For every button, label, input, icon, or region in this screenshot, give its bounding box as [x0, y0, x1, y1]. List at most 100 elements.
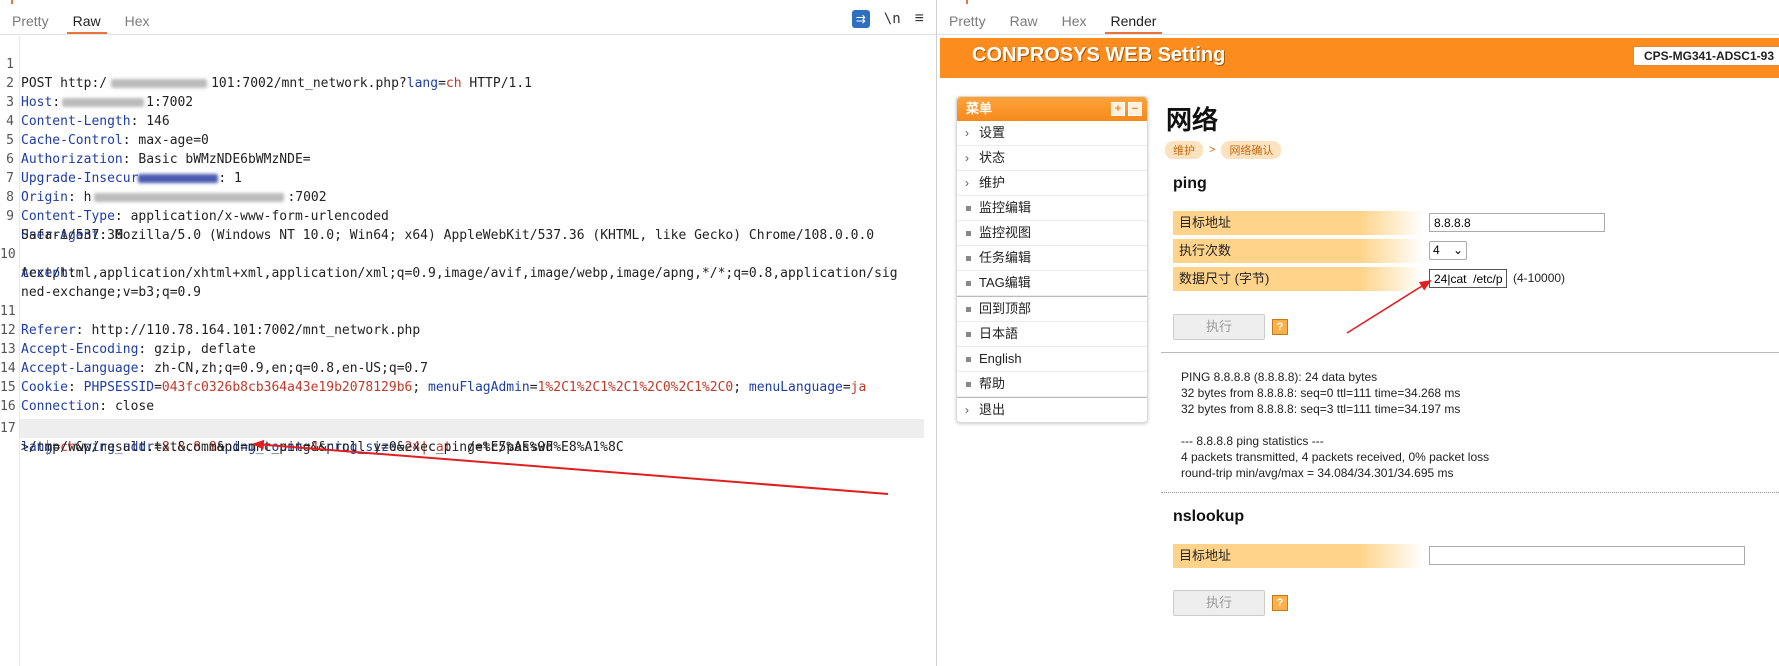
cookie-key: menuLanguage [748, 380, 843, 395]
menu-label: English [979, 351, 1022, 366]
options-menu-icon[interactable]: ≡ [915, 10, 924, 28]
menu-item-tag-edit[interactable]: TAG编辑 [957, 271, 1147, 296]
cookie-key: PHPSESSID [83, 380, 155, 395]
tab-divider [0, 34, 936, 35]
header-connection: 15 Connection: close [0, 380, 155, 414]
bullet-icon [966, 382, 971, 387]
header-accept-encoding: 12 Accept-Encoding: gzip, deflate [0, 323, 256, 357]
header-value: 146 [146, 114, 170, 129]
header-value: Mozilla/5.0 (Windows NT 10.0; Win64; x64… [114, 228, 875, 243]
tab-render[interactable]: Render [1099, 8, 1169, 34]
menu-label: 日本語 [979, 326, 1019, 341]
request-tabs: Pretty Raw Hex [0, 8, 162, 34]
help-icon[interactable]: ? [1272, 319, 1288, 335]
header-cache-control: 4 Cache-Control: max-age=0 [0, 93, 209, 148]
menu-label: 维护 [979, 175, 1006, 190]
bullet-icon [966, 206, 971, 211]
tab-pretty[interactable]: Pretty [0, 8, 61, 34]
app-title: CONPROSYS WEB Setting [972, 44, 1226, 66]
nslookup-heading: nslookup [1173, 508, 1245, 525]
app-banner: CONPROSYS WEB Setting CPS-MG341-ADSC1-93 [940, 38, 1779, 78]
body-continued: >/tmp/www/result.txt&command=mnt_ping&sc… [21, 440, 624, 455]
header-content-length: 3 Content-Length: 146 [0, 74, 170, 129]
menu-item-logout[interactable]: › 退出 [957, 397, 1147, 422]
header-content-type: 8 Content-Type: application/x-www-form-u… [0, 169, 389, 224]
menu-header: 菜单 + − [957, 97, 1147, 121]
header-user-agent-cont: Safari/537.36 [0, 207, 123, 243]
ping-size-input[interactable] [1429, 269, 1507, 288]
header-value: h [83, 190, 92, 205]
select-value: 4 [1433, 243, 1440, 257]
header-cookie: 14 Cookie: PHPSESSID=043fc0326b8cb364a43… [0, 361, 867, 395]
response-pane: Pretty Raw Hex Render CONPROSYS WEB Sett… [937, 0, 1779, 666]
menu-item-english[interactable]: English [957, 347, 1147, 372]
http-version: HTTP/1.1 [461, 76, 533, 91]
menu-item-monitor-edit[interactable]: 监控编辑 [957, 196, 1147, 221]
menu-label: 任务编辑 [979, 250, 1032, 265]
header-value: application/x-www-form-urlencoded [130, 209, 389, 224]
field-label: 数据尺寸 (字节) [1173, 267, 1423, 291]
tab-raw[interactable]: Raw [998, 8, 1050, 34]
divider [1161, 352, 1779, 353]
ping-count-select[interactable]: 4 ⌄ [1429, 241, 1467, 260]
expand-all-icon[interactable]: + [1111, 102, 1125, 116]
nslookup-target-row: 目标地址 [1173, 544, 1763, 568]
current-line-highlight [20, 419, 924, 438]
bullet-icon [966, 281, 971, 286]
help-icon[interactable]: ? [1272, 595, 1288, 611]
chevron-down-icon: ⌄ [1452, 243, 1463, 257]
side-menu: 菜单 + − › 设置 › 状态 › 维护 监控编辑 监控视图 任务编辑 TAG编辑 … [956, 96, 1148, 423]
cookie-value: 1%2C1%2C1%2C1%2C0%2C1%2C0 [537, 380, 734, 395]
bullet-icon [966, 307, 971, 312]
tab-hex[interactable]: Hex [1050, 8, 1099, 34]
show-newlines-icon[interactable]: \n [884, 11, 901, 27]
cookie-key: menuFlagAdmin [428, 380, 530, 395]
menu-label: 监控视图 [979, 225, 1032, 240]
menu-item-task-edit[interactable]: 任务编辑 [957, 246, 1147, 271]
header-value: http://110.78.164.101:7002/mnt_network.p… [91, 323, 421, 338]
header-accept-value: text/html,application/xhtml+xml,applicat… [0, 245, 898, 281]
ping-target-input[interactable] [1429, 213, 1605, 232]
menu-label: 状态 [979, 150, 1006, 165]
menu-item-settings[interactable]: › 设置 [957, 121, 1147, 146]
breadcrumb-separator: > [1209, 144, 1216, 156]
header-referer: 11 Referer: http://110.78.164.101:7002/m… [0, 304, 421, 338]
nslookup-exec-button[interactable]: 执行 [1173, 590, 1265, 616]
breadcrumb-item[interactable]: 维护 [1165, 141, 1203, 159]
header-upgrade-insecure: 6 Upgrade-Insecur: 1 [0, 131, 242, 186]
tab-divider [937, 34, 1779, 35]
query-param-key: lang [406, 76, 439, 91]
ping-heading: ping [1173, 175, 1207, 192]
menu-item-help[interactable]: 帮助 [957, 372, 1147, 397]
menu-item-status[interactable]: › 状态 [957, 146, 1147, 171]
menu-item-back-to-top[interactable]: 回到顶部 [957, 296, 1147, 322]
request-body-cont: >/tmp/www/result.txt&command=mnt_ping&sc… [0, 419, 624, 455]
request-line: 1 POST http:/101:7002/mnt_network.php?la… [0, 36, 532, 91]
ping-exec-button[interactable]: 执行 [1173, 314, 1265, 340]
menu-item-japanese[interactable]: 日本語 [957, 322, 1147, 347]
divider-dotted [1161, 492, 1779, 493]
cookie-value: 043fc0326b8cb364a43e19b2078129b6 [161, 380, 413, 395]
ping-count-row: 执行次数 4 ⌄ [1173, 239, 1763, 263]
request-body: 17 lang=ch&ping_addr=8.8.8.8&ping_count=… [0, 421, 554, 455]
tab-hex[interactable]: Hex [113, 8, 162, 34]
tab-pretty[interactable]: Pretty [937, 8, 998, 34]
breadcrumb: 维护 > 网络确认 [1165, 141, 1282, 159]
menu-label: 帮助 [979, 376, 1006, 391]
chevron-right-icon: › [965, 151, 969, 165]
header-value-port: :7002 [287, 190, 327, 205]
header-value: close [114, 399, 155, 414]
header-value: max-age=0 [138, 133, 209, 148]
menu-item-maintenance[interactable]: › 维护 [957, 171, 1147, 196]
device-model-badge: CPS-MG341-ADSC1-93 [1632, 46, 1779, 66]
query-param-value: ch [445, 76, 462, 91]
nslookup-target-input[interactable] [1429, 546, 1745, 565]
word-wrap-icon[interactable]: ⇉ [851, 10, 870, 28]
menu-item-monitor-view[interactable]: 监控视图 [957, 221, 1147, 246]
header-value: gzip, deflate [154, 342, 256, 357]
tab-raw[interactable]: Raw [61, 8, 113, 34]
request-pane: Pretty Raw Hex ⇉ \n ≡ 1 POST http:/101:7… [0, 0, 937, 666]
header-value: zh-CN,zh;q=0.9,en;q=0.8,en-US;q=0.7 [154, 361, 428, 376]
collapse-all-icon[interactable]: − [1128, 102, 1142, 116]
field-label: 目标地址 [1173, 544, 1423, 568]
